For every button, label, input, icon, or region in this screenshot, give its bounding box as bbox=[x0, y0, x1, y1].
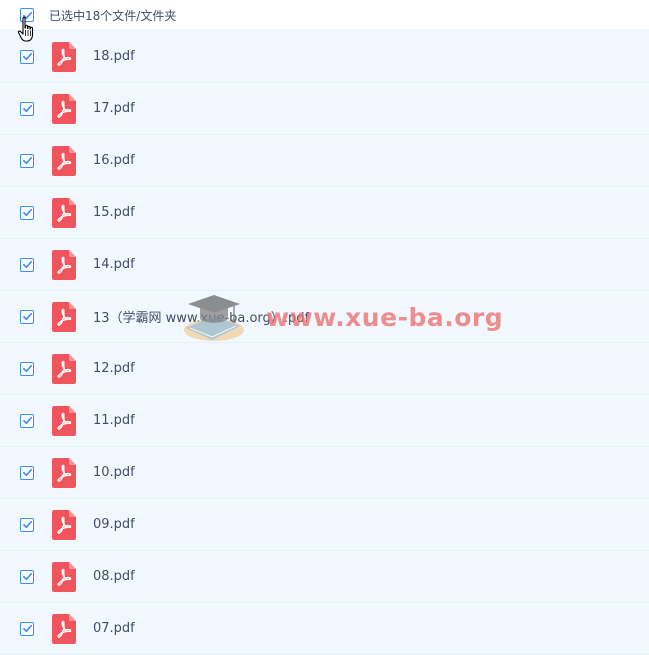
checkmark-icon bbox=[22, 468, 32, 477]
file-row[interactable]: 11.pdf bbox=[0, 395, 649, 447]
pdf-file-icon bbox=[52, 197, 76, 228]
checkmark-icon bbox=[22, 260, 32, 269]
file-checkbox[interactable] bbox=[20, 309, 34, 324]
file-row[interactable]: 09.pdf bbox=[0, 499, 649, 551]
file-checkbox[interactable] bbox=[20, 569, 34, 584]
file-checkbox[interactable] bbox=[20, 621, 34, 636]
file-row[interactable]: 07.pdf bbox=[0, 603, 649, 655]
file-row[interactable]: 17.pdf bbox=[0, 83, 649, 135]
file-row[interactable]: 10.pdf bbox=[0, 447, 649, 499]
pdf-file-icon bbox=[52, 145, 76, 176]
selection-count-text: 已选中18个文件/文件夹 bbox=[49, 8, 177, 23]
file-name[interactable]: 12.pdf bbox=[93, 361, 135, 376]
file-row[interactable]: 16.pdf bbox=[0, 135, 649, 187]
file-name[interactable]: 15.pdf bbox=[93, 205, 135, 220]
file-row[interactable]: 18.pdf bbox=[0, 30, 649, 83]
pdf-file-icon bbox=[52, 613, 76, 644]
pdf-file-icon bbox=[52, 41, 76, 72]
checkmark-icon bbox=[22, 208, 32, 217]
pdf-file-icon bbox=[52, 509, 76, 540]
file-row[interactable]: 13（学霸网 www.xue-ba.org）.pdf bbox=[0, 291, 649, 343]
selection-header: 已选中18个文件/文件夹 bbox=[0, 0, 649, 30]
file-row[interactable]: 15.pdf bbox=[0, 187, 649, 239]
checkmark-icon bbox=[22, 416, 32, 425]
file-checkbox[interactable] bbox=[20, 101, 34, 116]
file-name[interactable]: 11.pdf bbox=[93, 413, 135, 428]
file-checkbox[interactable] bbox=[20, 49, 34, 64]
checkmark-icon bbox=[22, 572, 32, 581]
checkmark-icon bbox=[22, 520, 32, 529]
file-name[interactable]: 07.pdf bbox=[93, 621, 135, 636]
file-row[interactable]: 08.pdf bbox=[0, 551, 649, 603]
file-name[interactable]: 08.pdf bbox=[93, 569, 135, 584]
file-list: 18.pdf 17.pdf 16.pdf 15.pdf 14.pdf 13（学霸… bbox=[0, 30, 649, 655]
checkmark-icon bbox=[22, 364, 32, 373]
file-name[interactable]: 10.pdf bbox=[93, 465, 135, 480]
pdf-file-icon bbox=[52, 353, 76, 384]
file-name[interactable]: 14.pdf bbox=[93, 257, 135, 272]
file-name[interactable]: 16.pdf bbox=[93, 153, 135, 168]
file-row[interactable]: 12.pdf bbox=[0, 343, 649, 395]
file-name[interactable]: 17.pdf bbox=[93, 101, 135, 116]
file-checkbox[interactable] bbox=[20, 361, 34, 376]
checkmark-icon bbox=[22, 312, 32, 321]
pdf-file-icon bbox=[52, 249, 76, 280]
pdf-file-icon bbox=[52, 301, 76, 332]
checkmark-icon bbox=[22, 156, 32, 165]
checkmark-icon bbox=[22, 624, 32, 633]
file-name[interactable]: 13（学霸网 www.xue-ba.org）.pdf bbox=[93, 307, 309, 326]
hand-pointer-icon bbox=[17, 16, 34, 42]
file-checkbox[interactable] bbox=[20, 257, 34, 272]
file-checkbox[interactable] bbox=[20, 517, 34, 532]
file-checkbox[interactable] bbox=[20, 153, 34, 168]
file-checkbox[interactable] bbox=[20, 413, 34, 428]
pdf-file-icon bbox=[52, 561, 76, 592]
pdf-file-icon bbox=[52, 405, 76, 436]
file-checkbox[interactable] bbox=[20, 465, 34, 480]
pdf-file-icon bbox=[52, 457, 76, 488]
checkmark-icon bbox=[22, 52, 32, 61]
checkmark-icon bbox=[22, 104, 32, 113]
file-name[interactable]: 18.pdf bbox=[93, 49, 135, 64]
file-row[interactable]: 14.pdf bbox=[0, 239, 649, 291]
file-name[interactable]: 09.pdf bbox=[93, 517, 135, 532]
pdf-file-icon bbox=[52, 93, 76, 124]
file-checkbox[interactable] bbox=[20, 205, 34, 220]
